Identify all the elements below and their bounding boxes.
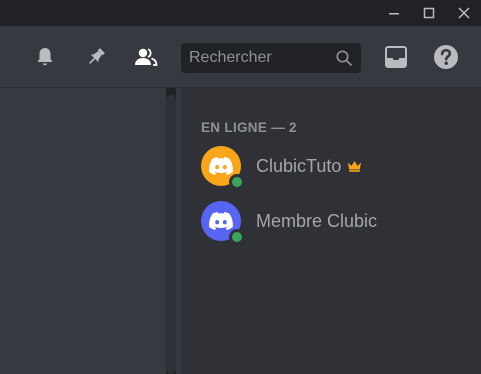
online-status-icon: [229, 174, 245, 190]
chat-scrollbar[interactable]: [166, 95, 176, 374]
help-icon[interactable]: [433, 44, 459, 70]
search-box[interactable]: [181, 43, 361, 73]
online-section-title: EN LIGNE — 2: [201, 120, 297, 135]
minimize-icon[interactable]: [381, 0, 407, 26]
members-icon[interactable]: [133, 44, 159, 70]
inbox-icon[interactable]: [383, 44, 409, 70]
search-icon[interactable]: [335, 49, 353, 67]
discord-logo-icon: [209, 212, 233, 230]
pin-icon[interactable]: [83, 44, 109, 70]
crown-icon: [347, 160, 362, 172]
online-status-icon: [229, 229, 245, 245]
avatar: [201, 201, 245, 245]
window-titlebar: [0, 0, 481, 26]
avatar: [201, 146, 245, 190]
member-item-membre-clubic[interactable]: Membre Clubic: [193, 199, 473, 245]
search-input[interactable]: [181, 43, 331, 73]
close-icon[interactable]: [451, 0, 477, 26]
chat-area: [0, 88, 166, 374]
discord-logo-icon: [209, 157, 233, 175]
member-item-clubictuto[interactable]: ClubicTuto: [193, 144, 473, 190]
bell-icon[interactable]: [32, 44, 58, 70]
member-list: EN LIGNE — 2 ClubicTuto Membre Clubic: [181, 88, 481, 374]
member-name: Membre Clubic: [256, 210, 378, 231]
channel-header: [0, 26, 481, 88]
maximize-icon[interactable]: [416, 0, 442, 26]
member-name: ClubicTuto: [256, 155, 342, 176]
